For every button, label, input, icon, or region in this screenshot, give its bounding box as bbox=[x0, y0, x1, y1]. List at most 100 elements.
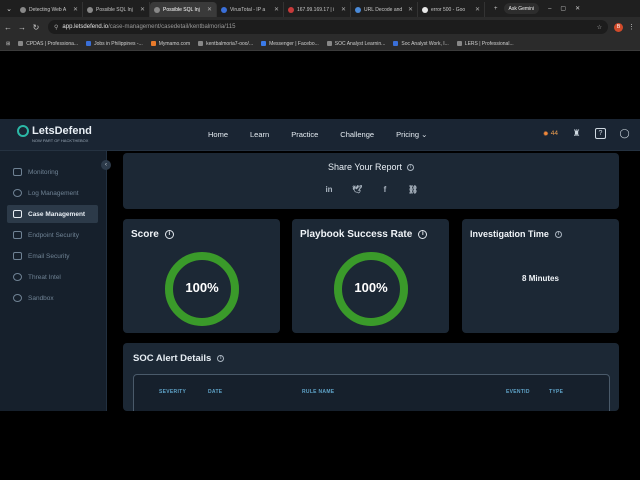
info-icon[interactable]: i bbox=[217, 354, 225, 362]
letsdefend-logo[interactable]: LetsDefend NOW PART OF HACKTHEBOX bbox=[17, 125, 92, 143]
bookmark-item[interactable]: Jobs in Philippines -... bbox=[86, 41, 143, 47]
browser-tab[interactable]: error 500 - Goo ✕ bbox=[418, 2, 485, 17]
ask-gemini-button[interactable]: Ask Gemini bbox=[503, 3, 540, 14]
reload-icon[interactable]: ↻ bbox=[30, 23, 42, 32]
bookmark-item[interactable]: Soc Analyst Work, I... bbox=[393, 41, 449, 47]
sidebar-item-label: Log Management bbox=[28, 189, 79, 197]
radar-icon bbox=[13, 273, 22, 281]
folder-icon bbox=[13, 210, 22, 218]
investigation-value: 8 Minutes bbox=[522, 274, 559, 283]
column-header-rule-name[interactable]: RULE NAME bbox=[302, 389, 334, 395]
investigation-time-card: Investigation Time i 8 Minutes bbox=[462, 219, 619, 333]
sidebar-item-endpoint-security[interactable]: Endpoint Security bbox=[7, 226, 98, 244]
browser-tab[interactable]: URL Decode and ✕ bbox=[351, 2, 418, 17]
bookmark-favicon-icon bbox=[456, 41, 462, 46]
help-icon[interactable]: ? bbox=[595, 128, 606, 139]
nav-learn[interactable]: Learn bbox=[250, 130, 269, 139]
header-actions: ✹ 44 ♜ ? ◯ bbox=[543, 128, 630, 139]
maximize-icon[interactable]: ▢ bbox=[560, 5, 566, 12]
sidebar-item-threat-intel[interactable]: Threat Intel bbox=[7, 268, 98, 286]
gear-icon bbox=[13, 294, 22, 302]
nav-practice[interactable]: Practice bbox=[291, 130, 318, 139]
info-icon[interactable]: i bbox=[554, 231, 562, 239]
flame-icon: ✹ bbox=[542, 130, 549, 138]
tab-favicon-icon bbox=[221, 6, 227, 13]
bookmark-item[interactable]: Mymamo.com bbox=[150, 41, 190, 47]
close-icon[interactable]: ✕ bbox=[341, 6, 346, 13]
close-icon[interactable]: ✕ bbox=[207, 6, 212, 13]
column-header-date[interactable]: DATE bbox=[208, 389, 222, 395]
bookmark-favicon-icon bbox=[86, 41, 92, 46]
tab-favicon-icon bbox=[355, 6, 361, 13]
close-icon[interactable]: ✕ bbox=[73, 6, 78, 13]
nav-challenge[interactable]: Challenge bbox=[340, 130, 374, 139]
bookmark-favicon-icon bbox=[18, 41, 24, 46]
facebook-icon[interactable]: f bbox=[380, 185, 390, 195]
tab-title: Possible SQL Inj bbox=[96, 6, 133, 13]
sidebar-item-email-security[interactable]: Email Security bbox=[7, 247, 98, 265]
nav-pricing[interactable]: Pricing ⌄ bbox=[396, 130, 427, 139]
profile-avatar[interactable]: B bbox=[614, 22, 623, 32]
tab-favicon-icon bbox=[154, 6, 160, 13]
close-icon[interactable]: ✕ bbox=[274, 6, 279, 13]
browser-menu-icon[interactable]: ⋮ bbox=[628, 23, 635, 31]
address-bar[interactable]: ⚲ app.letsdefend.io/case-management/case… bbox=[48, 20, 608, 34]
browser-tab[interactable]: VirusTotal - IP a ✕ bbox=[217, 2, 284, 17]
info-icon[interactable]: i bbox=[164, 229, 174, 239]
brand-subtitle: NOW PART OF HACKTHEBOX bbox=[32, 138, 89, 143]
nav-home[interactable]: Home bbox=[208, 130, 228, 139]
navigation-bar: ← → ↻ ⚲ app.letsdefend.io/case-managemen… bbox=[0, 17, 640, 37]
tab-title: error 500 - Goo bbox=[431, 6, 466, 13]
link-icon[interactable]: ⛓ bbox=[408, 185, 418, 195]
forward-icon[interactable]: → bbox=[16, 23, 28, 32]
info-icon[interactable]: i bbox=[407, 164, 415, 172]
search-icon bbox=[13, 189, 22, 197]
bookmark-star-icon[interactable]: ☆ bbox=[597, 24, 602, 31]
site-info-icon[interactable]: ⚲ bbox=[54, 24, 58, 31]
investigation-title: Investigation Time i bbox=[470, 229, 562, 239]
sidebar-item-sandbox[interactable]: Sandbox bbox=[7, 289, 98, 307]
linkedin-icon[interactable]: in bbox=[324, 185, 334, 195]
bookmark-item[interactable]: LERS | Professional... bbox=[456, 41, 514, 47]
twitter-icon[interactable]: 🕊 bbox=[352, 185, 362, 195]
sidebar-item-log-management[interactable]: Log Management bbox=[7, 184, 98, 202]
column-header-severity[interactable]: SEVERITY bbox=[159, 389, 186, 395]
bookmark-item[interactable]: kentbalmoria7-ooo/... bbox=[198, 41, 253, 47]
minimize-icon[interactable]: – bbox=[548, 6, 551, 12]
tab-favicon-icon bbox=[422, 6, 428, 13]
close-icon[interactable]: ✕ bbox=[140, 6, 145, 13]
bookmark-item[interactable]: Messenger | Facebo... bbox=[261, 41, 319, 47]
close-window-icon[interactable]: ✕ bbox=[575, 5, 580, 12]
share-title-text: Share Your Report bbox=[327, 162, 403, 172]
sidebar-item-case-management[interactable]: Case Management bbox=[7, 205, 98, 223]
bookmark-item[interactable]: SOC Analyst Learnin... bbox=[326, 41, 385, 47]
info-icon[interactable]: i bbox=[418, 229, 428, 239]
trophy-icon[interactable]: ♜ bbox=[571, 128, 582, 139]
browser-tab[interactable]: Detecting Web A ✕ bbox=[16, 2, 83, 17]
close-icon[interactable]: ✕ bbox=[475, 6, 480, 13]
site-header: LetsDefend NOW PART OF HACKTHEBOX Home L… bbox=[0, 119, 640, 151]
browser-tab[interactable]: Possible SQL Inj ✕ bbox=[83, 2, 150, 17]
bookmark-favicon-icon bbox=[198, 41, 204, 46]
column-header-eventid[interactable]: EVENTID bbox=[506, 389, 530, 395]
sidebar-item-label: Threat Intel bbox=[28, 273, 61, 281]
collapse-sidebar-button[interactable]: ‹ bbox=[101, 160, 111, 170]
back-icon[interactable]: ← bbox=[2, 23, 14, 32]
sidebar-item-monitoring[interactable]: Monitoring bbox=[7, 163, 98, 181]
score-value: 100% bbox=[185, 280, 219, 295]
browser-tab-active[interactable]: Possible SQL Inj ✕ bbox=[150, 2, 217, 17]
close-icon[interactable]: ✕ bbox=[408, 6, 413, 13]
bookmark-label: Jobs in Philippines -... bbox=[94, 40, 143, 47]
user-icon[interactable]: ◯ bbox=[619, 128, 630, 139]
browser-tab[interactable]: 167.99.169.17 | i ✕ bbox=[284, 2, 351, 17]
alert-title-text: SOC Alert Details bbox=[133, 353, 212, 364]
computer-icon bbox=[13, 231, 22, 239]
tab-search-icon[interactable]: ⌄ bbox=[2, 5, 16, 13]
apps-icon[interactable]: ⊞ bbox=[6, 41, 10, 47]
new-tab-icon[interactable]: + bbox=[494, 6, 498, 12]
sidebar-item-label: Sandbox bbox=[28, 294, 54, 302]
bookmark-item[interactable]: CPDAS | Professiona... bbox=[18, 41, 78, 47]
sidebar-item-label: Case Management bbox=[28, 210, 86, 218]
streak-counter[interactable]: ✹ 44 bbox=[543, 130, 558, 138]
column-header-type[interactable]: TYPE bbox=[549, 389, 563, 395]
